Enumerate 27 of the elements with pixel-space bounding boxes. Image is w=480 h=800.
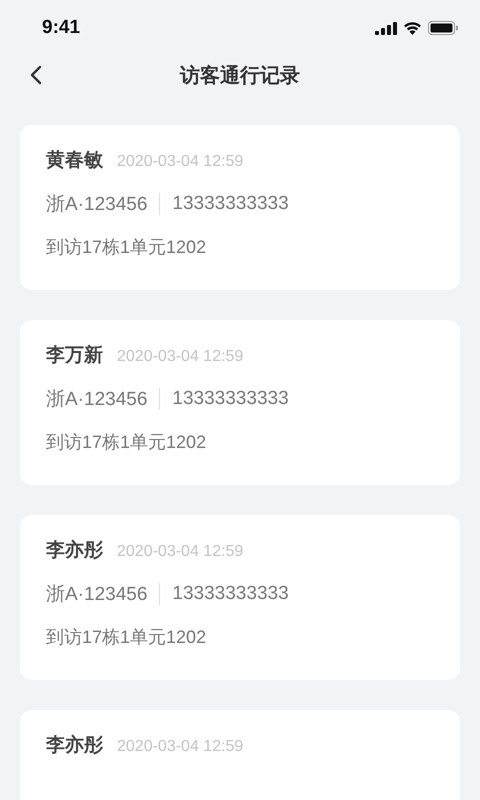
- visit-address: 到访17栋1单元1202: [46, 431, 208, 454]
- visit-time: 2020-03-04 12:59: [117, 543, 244, 561]
- visit-address: 到访17栋1单元1202: [46, 626, 208, 649]
- visit-time: 2020-03-04 12:59: [117, 348, 244, 366]
- visit-address: 到访17栋1单元1202: [46, 236, 208, 259]
- phone-number: 13333333333: [172, 388, 289, 410]
- phone-number: 13333333333: [172, 583, 289, 605]
- signal-icon: [375, 22, 397, 34]
- phone-number: 13333333333: [172, 193, 289, 215]
- visitor-card[interactable]: 李亦彤 2020-03-04 12:59 浙A·123456 13333333333 到访17栋1单元1202: [20, 515, 460, 680]
- visitor-name: 李亦彤: [46, 734, 103, 758]
- battery-icon: [428, 21, 458, 35]
- visit-time: 2020-03-04 12:59: [117, 153, 244, 171]
- license-plate: 浙A·123456: [46, 193, 148, 217]
- visitor-card[interactable]: 李亦彤 2020-03-04 12:59: [20, 710, 460, 800]
- visitor-name: 黄春敏: [46, 149, 103, 173]
- license-plate: 浙A·123456: [46, 583, 148, 607]
- status-time: 9:41: [42, 17, 80, 39]
- page-title: 访客通行记录: [180, 64, 300, 88]
- visitor-name: 李万新: [46, 344, 103, 368]
- visitor-card[interactable]: 李万新 2020-03-04 12:59 浙A·123456 13333333333 到访17栋1单元1202: [20, 320, 460, 485]
- license-plate: 浙A·123456: [46, 388, 148, 412]
- visitor-name: 李亦彤: [46, 538, 103, 563]
- back-icon[interactable]: [30, 65, 42, 85]
- visit-time: 2020-03-04 12:59: [117, 738, 244, 756]
- visitor-card[interactable]: 黄春敏 2020-03-04 12:59 浙A·123456 13333333333 到访17栋1单元1202: [20, 125, 460, 290]
- wifi-icon: [403, 21, 422, 35]
